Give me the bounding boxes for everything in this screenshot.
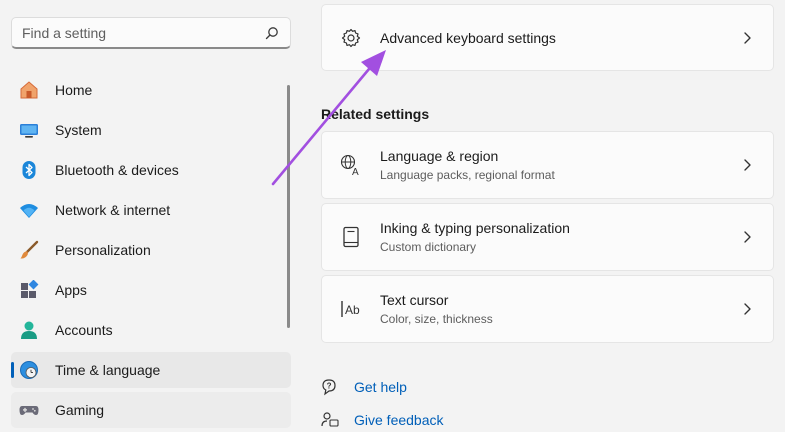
network-icon — [19, 200, 39, 220]
card-title: Text cursor — [380, 292, 449, 308]
text-cursor-card[interactable]: Ab Text cursor Color, size, thickness — [321, 275, 774, 343]
home-icon — [19, 80, 39, 100]
language-region-card[interactable]: A Language & region Language packs, regi… — [321, 131, 774, 199]
search-icon[interactable] — [264, 25, 280, 41]
search-box[interactable] — [11, 17, 291, 49]
text-cursor-icon: Ab — [340, 298, 362, 320]
sidebar-item-personalization[interactable]: Personalization — [11, 232, 291, 268]
sidebar-item-apps[interactable]: Apps — [11, 272, 291, 308]
sidebar-item-accounts[interactable]: Accounts — [11, 312, 291, 348]
sidebar: Home System Bluetooth & devices Network … — [0, 0, 300, 432]
selection-indicator — [11, 362, 14, 378]
sidebar-item-label: Network & internet — [55, 202, 171, 218]
language-icon: A — [340, 154, 362, 176]
sidebar-item-system[interactable]: System — [11, 112, 291, 148]
svg-text:?: ? — [327, 382, 332, 391]
svg-text:A: A — [352, 167, 359, 176]
chevron-right-icon — [739, 30, 755, 46]
chevron-right-icon — [739, 157, 755, 173]
give-feedback-link[interactable]: Give feedback — [321, 411, 444, 429]
card-title: Language & region — [380, 148, 499, 164]
sidebar-scrollbar[interactable] — [287, 85, 290, 328]
card-text: Language & region Language packs, region… — [380, 148, 739, 182]
bluetooth-icon — [19, 160, 39, 180]
card-text: Advanced keyboard settings — [380, 30, 739, 46]
card-title: Inking & typing personalization — [380, 220, 570, 236]
brush-icon — [19, 240, 39, 260]
sidebar-item-home[interactable]: Home — [11, 72, 291, 108]
accounts-icon — [19, 320, 39, 340]
sidebar-item-gaming[interactable]: Gaming — [11, 392, 291, 428]
inking-typing-card[interactable]: Inking & typing personalization Custom d… — [321, 203, 774, 271]
sidebar-item-label: Gaming — [55, 402, 105, 418]
apps-icon — [19, 280, 39, 300]
gear-icon — [340, 27, 362, 49]
get-help-link[interactable]: ? Get help — [321, 378, 407, 396]
card-subtitle: Language packs, regional format — [380, 168, 555, 182]
sidebar-item-network[interactable]: Network & internet — [11, 192, 291, 228]
card-subtitle: Color, size, thickness — [380, 312, 493, 326]
system-icon — [19, 120, 39, 140]
search-input[interactable] — [22, 24, 264, 41]
sidebar-item-label: Accounts — [55, 322, 113, 338]
sidebar-item-label: Personalization — [55, 242, 151, 258]
card-subtitle: Custom dictionary — [380, 240, 477, 254]
chevron-right-icon — [739, 301, 755, 317]
sidebar-item-label: Home — [55, 82, 93, 98]
card-text: Inking & typing personalization Custom d… — [380, 220, 739, 254]
link-label[interactable]: Get help — [354, 379, 407, 395]
book-icon — [340, 226, 362, 248]
time-language-icon — [19, 360, 39, 380]
card-title: Advanced keyboard settings — [380, 29, 556, 46]
card-text: Text cursor Color, size, thickness — [380, 292, 739, 326]
svg-text:Ab: Ab — [345, 303, 360, 317]
sidebar-item-time-language[interactable]: Time & language — [11, 352, 291, 388]
feedback-icon — [321, 411, 339, 429]
sidebar-item-label: System — [55, 122, 102, 138]
sidebar-item-bluetooth[interactable]: Bluetooth & devices — [11, 152, 291, 188]
gaming-icon — [19, 400, 39, 420]
sidebar-item-label: Apps — [55, 282, 87, 298]
link-label[interactable]: Give feedback — [354, 412, 444, 428]
sidebar-item-label: Bluetooth & devices — [55, 162, 179, 178]
advanced-keyboard-settings-card[interactable]: Advanced keyboard settings — [321, 4, 774, 71]
chevron-right-icon — [739, 229, 755, 245]
help-icon: ? — [321, 378, 339, 396]
sidebar-item-label: Time & language — [55, 362, 161, 378]
related-settings-heading: Related settings — [321, 106, 430, 122]
